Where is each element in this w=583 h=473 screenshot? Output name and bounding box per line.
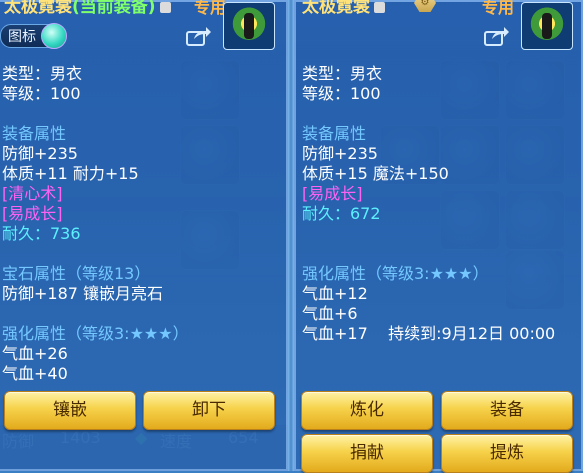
item-level: 等级：100 [302, 84, 381, 103]
enhance-attr-heading: 强化属性（等级3:★★★） [2, 324, 189, 343]
gem-attr-heading: 宝石属性（等级13） [2, 264, 151, 283]
quality-label: 专用 [482, 0, 515, 17]
item-type: 类型：男衣 [302, 64, 383, 83]
equip-button[interactable]: 装备 [441, 391, 573, 430]
share-icon[interactable] [484, 26, 510, 46]
enhance-stat: 气血+6 [302, 304, 358, 323]
unequip-button[interactable]: 卸下 [143, 391, 275, 430]
enhance-stat-timed: 气血+17 持续到:9月12日 00:00 [302, 324, 556, 343]
share-icon[interactable] [186, 26, 212, 46]
item-type: 类型：男衣 [2, 64, 83, 83]
donate-button[interactable]: 捐献 [301, 434, 433, 473]
compare-equip-tooltip: 太极霓裳 ⚙ 专用 类型：男衣 等级：100 装备属性 防御+235 体质+15… [294, 0, 583, 473]
icon-toggle-label: 图标 [8, 29, 36, 45]
item-title: 太极霓裳(当前装备) [4, 0, 171, 17]
refine-button[interactable]: 提炼 [441, 434, 573, 473]
enhance-stat: 气血+40 [2, 364, 68, 383]
defense-stat: 防御+235 [2, 144, 78, 163]
current-equip-tooltip: 太极霓裳(当前装备) 专用 图标 类型：男衣 等级：100 装备属性 防御+23… [0, 0, 288, 471]
equip-attr-heading: 装备属性 [302, 124, 367, 143]
lock-icon [374, 1, 385, 13]
icon-toggle-button[interactable]: 图标 [0, 23, 67, 49]
special-skill: [清心术] [2, 184, 63, 203]
special-effect: [易成长] [302, 184, 363, 203]
inlay-button[interactable]: 镶嵌 [4, 391, 136, 430]
enhance-stat: 气血+12 [302, 284, 368, 303]
equipped-tag: (当前装备) [72, 0, 156, 17]
item-name: 太极霓裳 [302, 0, 370, 17]
defense-stat: 防御+235 [302, 144, 378, 163]
item-level: 等级：100 [2, 84, 81, 103]
item-icon [223, 2, 275, 50]
smelt-button[interactable]: 炼化 [301, 391, 433, 430]
durability: 耐久：736 [2, 224, 81, 243]
gem-stats: 防御+187 镶嵌月亮石 [2, 284, 164, 303]
item-icon [521, 2, 573, 50]
equip-attr-heading: 装备属性 [2, 124, 67, 143]
toggle-orb-icon [41, 23, 67, 49]
item-name: 太极霓裳 [4, 0, 72, 17]
item-title: 太极霓裳 [302, 0, 385, 17]
attribute-stats: 体质+11 耐力+15 [2, 164, 139, 183]
attribute-stats: 体质+15 魔法+150 [302, 164, 449, 183]
bind-icon: ⚙ [414, 0, 436, 12]
enhance-attr-heading: 强化属性（等级3:★★★） [302, 264, 489, 283]
special-effect: [易成长] [2, 204, 63, 223]
lock-icon [159, 1, 171, 13]
quality-label: 专用 [194, 0, 227, 17]
enhance-stat: 气血+26 [2, 344, 68, 363]
durability: 耐久：672 [302, 204, 381, 223]
